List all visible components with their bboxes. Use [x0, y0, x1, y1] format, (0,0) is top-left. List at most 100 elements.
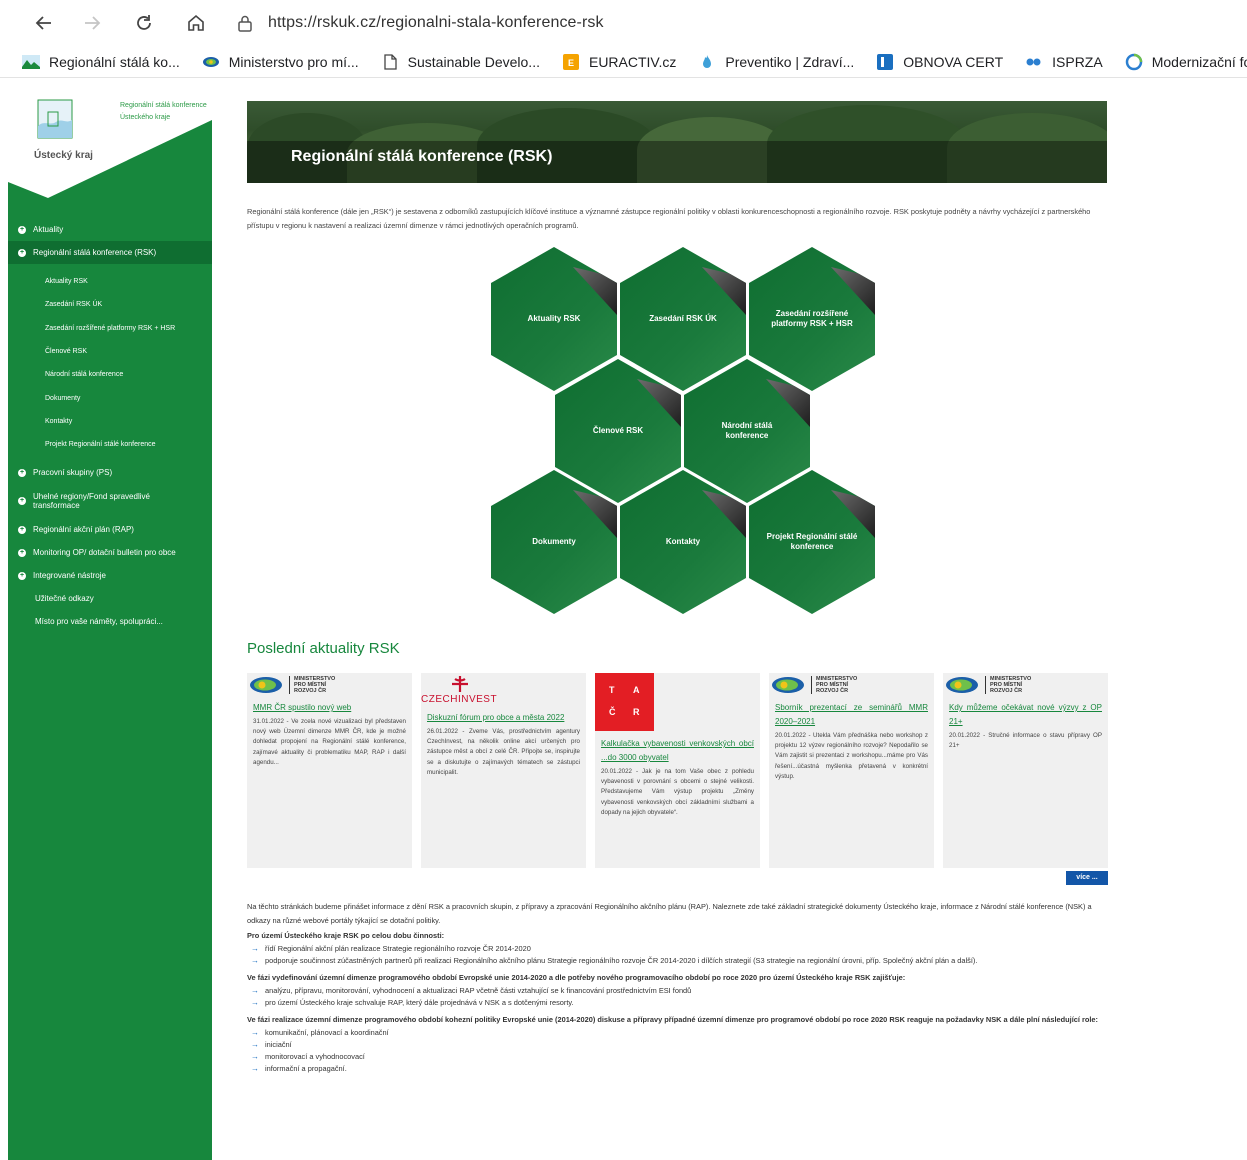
- news-link[interactable]: Diskuzní fórum pro obce a města 2022: [421, 711, 586, 725]
- bookmarks-bar: Regionální stálá ko... Ministerstvo pro …: [0, 46, 1247, 78]
- page-icon: [384, 53, 397, 70]
- plus-icon: +: [18, 571, 26, 580]
- sidebar-menu: + Aktuality + Regionální stálá konferenc…: [8, 218, 212, 633]
- bookmark-item[interactable]: E EURACTIV.cz: [562, 53, 676, 71]
- mmr-logo: MINISTERSTVO PRO MÍSTNÍ ROZVOJ ČR: [943, 673, 1108, 701]
- mmr-logo: MINISTERSTVO PRO MÍSTNÍ ROZVOJ ČR: [769, 673, 934, 701]
- mmr-icon: [202, 56, 219, 67]
- list-item: podporuje součinnost zúčastněných partne…: [251, 956, 1109, 966]
- news-text: 26.01.2022 - Zveme Vás, prostřednictvím …: [427, 728, 580, 776]
- circle-icon: [1125, 53, 1142, 70]
- plus-icon: +: [18, 497, 26, 506]
- url-text: https://rskuk.cz/regionalni-stala-konfer…: [268, 14, 604, 31]
- mmr-logo: MINISTERSTVO PRO MÍSTNÍ ROZVOJ ČR: [247, 673, 412, 701]
- list-item: pro území Ústeckého kraje schvaluje RAP,…: [251, 998, 1109, 1008]
- menu-item-rap[interactable]: + Regionální akční plán (RAP): [8, 518, 212, 541]
- news-link[interactable]: MMR ČR spustilo nový web: [247, 701, 412, 715]
- menu-item-pracovni-skupiny[interactable]: + Pracovní skupiny (PS): [8, 461, 212, 484]
- submenu-item[interactable]: Členové RSK: [8, 340, 212, 363]
- cert-icon: [877, 53, 894, 70]
- menu-item-rsk[interactable]: + Regionální stálá konference (RSK): [8, 241, 212, 264]
- logo-name: Ústecký kraj: [34, 150, 93, 161]
- content-list: analýzu, přípravu, monitorování, vyhodno…: [251, 986, 1109, 1008]
- news-link[interactable]: Kdy můžeme očekávat nové výzvy z OP 21+: [943, 701, 1108, 729]
- svg-text:E: E: [568, 58, 574, 68]
- czechinvest-logo: CZECHINVEST: [421, 673, 586, 705]
- news-text: 20.01.2022 - Stručné informace o stavu p…: [949, 732, 1102, 750]
- back-icon[interactable]: [30, 9, 58, 37]
- news-text: 31.01.2022 - Ve zcela nové vizualizaci b…: [253, 718, 406, 766]
- news-heading: Poslední aktuality RSK: [247, 640, 400, 657]
- plus-icon: +: [18, 468, 26, 477]
- bookmark-item[interactable]: Regionální stálá ko...: [22, 53, 180, 71]
- site-logo[interactable]: Regionální stálá konference Ústeckého kr…: [8, 86, 258, 198]
- list-item: analýzu, přípravu, monitorování, vyhodno…: [251, 986, 1109, 996]
- content-paragraph: Na těchto stránkách budeme přinášet info…: [247, 902, 1092, 925]
- menu-item-monitoring[interactable]: + Monitoring OP/ dotační bulletin pro ob…: [8, 541, 212, 564]
- bookmark-item[interactable]: Modernizační fond...: [1125, 53, 1247, 71]
- news-card: MINISTERSTVO PRO MÍSTNÍ ROZVOJ ČR Sborník …: [769, 673, 934, 868]
- news-card: MINISTERSTVO PRO MÍSTNÍ ROZVOJ ČR MMR ČR s…: [247, 673, 412, 868]
- tacr-logo: T A Č R: [595, 673, 654, 731]
- list-item: monitorovací a vyhodnocovací: [251, 1052, 1109, 1062]
- hex-projekt-rsk[interactable]: Projekt Regionální stálé konference: [749, 470, 875, 614]
- reload-icon[interactable]: [130, 9, 158, 37]
- main-content: Na těchto stránkách budeme přinášet info…: [247, 900, 1109, 1079]
- list-item: iniciační: [251, 1040, 1109, 1050]
- hex-zasedani-rsk-uk[interactable]: Zasedání RSK ÚK: [620, 247, 746, 391]
- content-list: komunikační, plánovací a koordinační ini…: [251, 1028, 1109, 1074]
- menu-item-uhelne-regiony[interactable]: + Uhelné regiony/Fond spravedlivé transf…: [8, 484, 212, 518]
- list-item: komunikační, plánovací a koordinační: [251, 1028, 1109, 1038]
- euractiv-icon: E: [562, 53, 579, 70]
- submenu-item[interactable]: Národní stálá konference: [8, 363, 212, 386]
- forward-icon[interactable]: [78, 9, 106, 37]
- intro-text: Regionální stálá konference (dále jen „R…: [247, 207, 1091, 230]
- more-news-button[interactable]: více ...: [1066, 871, 1108, 885]
- address-bar[interactable]: https://rskuk.cz/regionalni-stala-konfer…: [236, 8, 1226, 38]
- home-icon[interactable]: [182, 9, 210, 37]
- list-item: informační a propagační.: [251, 1064, 1109, 1074]
- hex-aktuality-rsk[interactable]: Aktuality RSK: [491, 247, 617, 391]
- bookmark-item[interactable]: ISPRZA: [1025, 53, 1103, 71]
- submenu-item[interactable]: Zasedání rozšířené platformy RSK + HSR: [8, 317, 212, 340]
- news-card: T A Č R Kalkulačka vybavenosti venkovský…: [595, 673, 760, 868]
- news-link[interactable]: Sborník prezentací ze seminářů MMR 2020–…: [769, 701, 934, 729]
- menu-item-aktuality[interactable]: + Aktuality: [8, 218, 212, 241]
- logo-caption-line1: Regionální stálá konference: [120, 102, 207, 109]
- sidebar: Regionální stálá konference Ústeckého kr…: [8, 86, 254, 1160]
- menu-item-namety[interactable]: Místo pro vaše náměty, spolupráci...: [8, 610, 212, 633]
- bookmark-item[interactable]: Preventiko | Zdraví...: [698, 53, 854, 71]
- menu-item-integrovane-nastroje[interactable]: + Integrované nástroje: [8, 564, 212, 587]
- submenu-item[interactable]: Dokumenty: [8, 386, 212, 409]
- hex-zasedani-rozsirene-platformy[interactable]: Zasedání rozšířené platformy RSK + HSR: [749, 247, 875, 391]
- content-heading: Ve fázi vydefinování územní dimenze prog…: [247, 973, 906, 982]
- browser-toolbar: https://rskuk.cz/regionalni-stala-konfer…: [0, 0, 1247, 46]
- lock-icon: [238, 15, 252, 32]
- plus-icon: +: [18, 525, 26, 534]
- submenu-item[interactable]: Kontakty: [8, 410, 212, 433]
- plus-icon: +: [18, 548, 26, 557]
- flame-icon: [703, 54, 712, 68]
- page-title: Regionální stálá konference (RSK): [291, 148, 553, 165]
- plus-icon: +: [18, 248, 26, 257]
- bookmark-item[interactable]: Ministerstvo pro mí...: [202, 53, 359, 71]
- menu-item-uzitecne-odkazy[interactable]: Užitečné odkazy: [8, 587, 212, 610]
- bookmark-item[interactable]: OBNOVA CERT: [876, 53, 1003, 71]
- news-card: CZECHINVEST Diskuzní fórum pro obce a mě…: [421, 673, 586, 868]
- dots-icon: [1026, 58, 1041, 65]
- bookmark-item[interactable]: Sustainable Develo...: [381, 53, 540, 71]
- mountain-icon: [22, 54, 40, 69]
- submenu-item[interactable]: Zasedání RSK ÚK: [8, 293, 212, 316]
- submenu-item[interactable]: Aktuality RSK: [8, 270, 212, 293]
- news-text: 20.01.2022 - Jak je na tom Vaše obec z p…: [601, 768, 754, 816]
- content-heading: Ve fázi realizace územní dimenze program…: [247, 1015, 1098, 1024]
- news-card: MINISTERSTVO PRO MÍSTNÍ ROZVOJ ČR Kdy může…: [943, 673, 1108, 868]
- page-banner: Regionální stálá konference (RSK): [247, 101, 1107, 183]
- submenu-item[interactable]: Projekt Regionální stálé konference: [8, 433, 212, 456]
- news-link[interactable]: Kalkulačka vybavenosti venkovských obcí …: [595, 737, 760, 765]
- content-heading: Pro území Ústeckého kraje RSK po celou d…: [247, 931, 445, 940]
- plus-icon: +: [18, 225, 26, 234]
- content-list: řídí Regionální akční plán realizace Str…: [251, 944, 1109, 966]
- logo-caption-line2: Ústeckého kraje: [120, 114, 171, 121]
- news-text: 20.01.2022 - Utekla Vám přednáška nebo w…: [775, 732, 928, 780]
